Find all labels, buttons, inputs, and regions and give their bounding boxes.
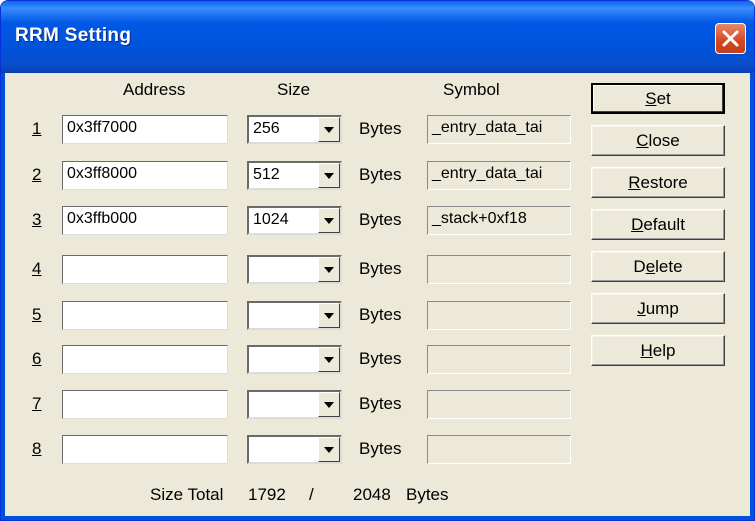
symbol-field [427,390,571,419]
dropdown-arrow-icon[interactable] [318,437,340,462]
size-dropdown-value: 1024 [253,211,289,228]
symbol-field [427,301,571,330]
size-column-header: Size [277,80,311,99]
size-dropdown[interactable] [247,345,342,374]
size-dropdown[interactable] [247,390,342,419]
set-button[interactable]: Set [591,83,725,114]
dropdown-arrow-icon[interactable] [318,117,340,142]
button-mnemonic: H [640,341,653,360]
address-input[interactable] [62,301,228,330]
delete-button[interactable]: Delete [591,251,725,282]
address-input[interactable] [62,255,228,284]
dropdown-arrow-icon[interactable] [318,347,340,372]
button-mnemonic: D [631,215,644,234]
jump-button[interactable]: Jump [591,293,725,324]
bytes-unit-label: Bytes [359,305,402,324]
window-frame-bottom [1,516,754,520]
button-label-rest: efault [643,215,685,234]
size-dropdown[interactable] [247,435,342,464]
address-input[interactable]: 0x3ff8000 [62,161,228,190]
button-mnemonic: C [636,131,649,150]
button-label-rest: ump [645,299,679,318]
help-button[interactable]: Help [591,335,725,366]
size-dropdown-value: 512 [253,166,280,183]
close-button[interactable]: Close [591,125,725,156]
bytes-unit-label: Bytes [359,439,402,458]
dialog-client-area: Address Size Symbol 1 0x3ff7000 256 Bytes _e… [5,73,750,516]
size-dropdown[interactable]: 1024 [247,206,342,235]
bytes-unit-label: Bytes [359,259,402,278]
bytes-unit-label: Bytes [359,349,402,368]
row-number: 7 [32,394,42,413]
button-mnemonic: S [645,89,657,108]
button-label-rest: lete [655,257,683,276]
size-dropdown[interactable]: 256 [247,115,342,144]
row-number: 5 [32,305,42,324]
symbol-field [427,255,571,284]
size-dropdown[interactable]: 512 [247,161,342,190]
symbol-field: _entry_data_tai [427,161,571,190]
button-mnemonic: e [645,257,656,276]
bytes-unit-label: Bytes [359,165,402,184]
button-label-rest: et [656,89,671,108]
restore-button[interactable]: Restore [591,167,725,198]
title-bar[interactable]: RRM Setting [1,1,754,73]
button-label-rest: estore [640,173,688,192]
window-title: RRM Setting [15,25,132,46]
button-label-rest: lose [648,131,680,150]
size-total-max: 2048 [353,485,391,504]
address-input[interactable] [62,345,228,374]
bytes-unit-label: Bytes [359,210,402,229]
rrm-setting-dialog: RRM Setting Address Size Symbol 1 0x3ff70… [0,0,755,521]
size-dropdown[interactable] [247,301,342,330]
button-label-prefix: D [633,257,646,276]
button-mnemonic: R [628,173,641,192]
row-number: 4 [32,259,42,278]
dropdown-arrow-icon[interactable] [318,392,340,417]
dropdown-arrow-icon[interactable] [318,208,340,233]
close-icon [722,30,739,47]
address-column-header: Address [123,80,186,99]
address-input[interactable]: 0x3ff7000 [62,115,228,144]
symbol-field [427,345,571,374]
dropdown-arrow-icon[interactable] [318,163,340,188]
row-number: 8 [32,439,42,458]
symbol-field [427,435,571,464]
symbol-field: _entry_data_tai [427,115,571,144]
row-number: 6 [32,349,42,368]
size-total-label: Size Total [150,485,224,504]
default-button[interactable]: Default [591,209,725,240]
button-mnemonic: J [637,299,646,318]
address-input[interactable] [62,435,228,464]
size-dropdown-value: 256 [253,120,280,137]
bytes-unit-label: Bytes [359,394,402,413]
button-label-rest: elp [652,341,676,360]
close-window-button[interactable] [715,23,746,54]
size-total-separator: / [309,485,314,504]
row-number: 3 [32,210,42,229]
symbol-field: _stack+0xf18 [427,206,571,235]
dropdown-arrow-icon[interactable] [318,303,340,328]
address-input[interactable] [62,390,228,419]
size-total-used: 1792 [248,485,286,504]
address-input[interactable]: 0x3ffb000 [62,206,228,235]
row-number: 2 [32,165,42,184]
symbol-column-header: Symbol [443,80,500,99]
dropdown-arrow-icon[interactable] [318,257,340,282]
window-frame-right [750,73,754,520]
bytes-unit-label: Bytes [359,119,402,138]
size-dropdown[interactable] [247,255,342,284]
size-total-unit: Bytes [406,485,449,504]
row-number: 1 [32,119,42,138]
